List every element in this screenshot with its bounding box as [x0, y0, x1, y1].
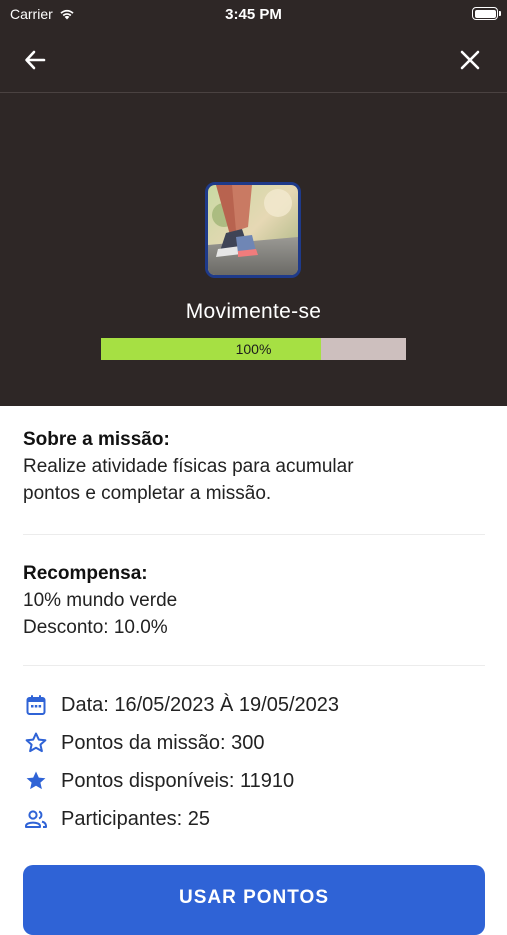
divider: [23, 534, 485, 535]
mission-points-text: Pontos da missão: 300: [61, 731, 265, 754]
close-button[interactable]: [454, 44, 486, 76]
reward-section: Recompensa: 10% mundo verde Desconto: 10…: [23, 560, 485, 641]
reward-line-1: 10% mundo verde: [23, 590, 178, 611]
star-filled-icon: [23, 768, 49, 794]
mission-image: [205, 182, 301, 278]
nav-bar: [0, 28, 507, 93]
divider: [23, 665, 485, 666]
mission-title: Movimente-se: [185, 300, 322, 323]
back-button[interactable]: [19, 44, 51, 76]
battery-icon: [472, 7, 501, 20]
participants-text: Participantes: 25: [61, 807, 210, 830]
mission-progress-bar: 100%: [101, 338, 406, 360]
people-icon: [23, 806, 49, 832]
mission-header: Carrier 3:45 PM Movimente-se 100%: [0, 0, 507, 406]
close-icon: [460, 50, 480, 70]
status-bar: Carrier 3:45 PM: [0, 0, 507, 28]
participants-row: Participantes: 25: [23, 804, 210, 834]
arrow-left-icon: [25, 50, 46, 70]
status-time: 3:45 PM: [225, 6, 282, 23]
reward-title: Recompensa:: [23, 563, 148, 584]
reward-line-2: Desconto: 10.0%: [23, 617, 168, 638]
progress-label: 100%: [235, 341, 272, 357]
calendar-icon: [23, 692, 49, 718]
mission-points-row: Pontos da missão: 300: [23, 728, 264, 758]
about-line-2: pontos e completar a missão.: [23, 483, 272, 504]
date-row: Data: 16/05/2023 À 19/05/2023: [23, 690, 339, 720]
star-outline-icon: [23, 730, 49, 756]
use-points-button[interactable]: USAR PONTOS: [23, 865, 485, 935]
date-text: Data: 16/05/2023 À 19/05/2023: [61, 693, 340, 716]
available-points-row: Pontos disponíveis: 11910: [23, 766, 294, 796]
about-title: Sobre a missão:: [23, 429, 170, 450]
about-section: Sobre a missão: Realize atividade física…: [23, 426, 485, 507]
available-points-text: Pontos disponíveis: 11910: [61, 769, 295, 792]
about-line-1: Realize atividade físicas para acumular: [23, 456, 354, 477]
